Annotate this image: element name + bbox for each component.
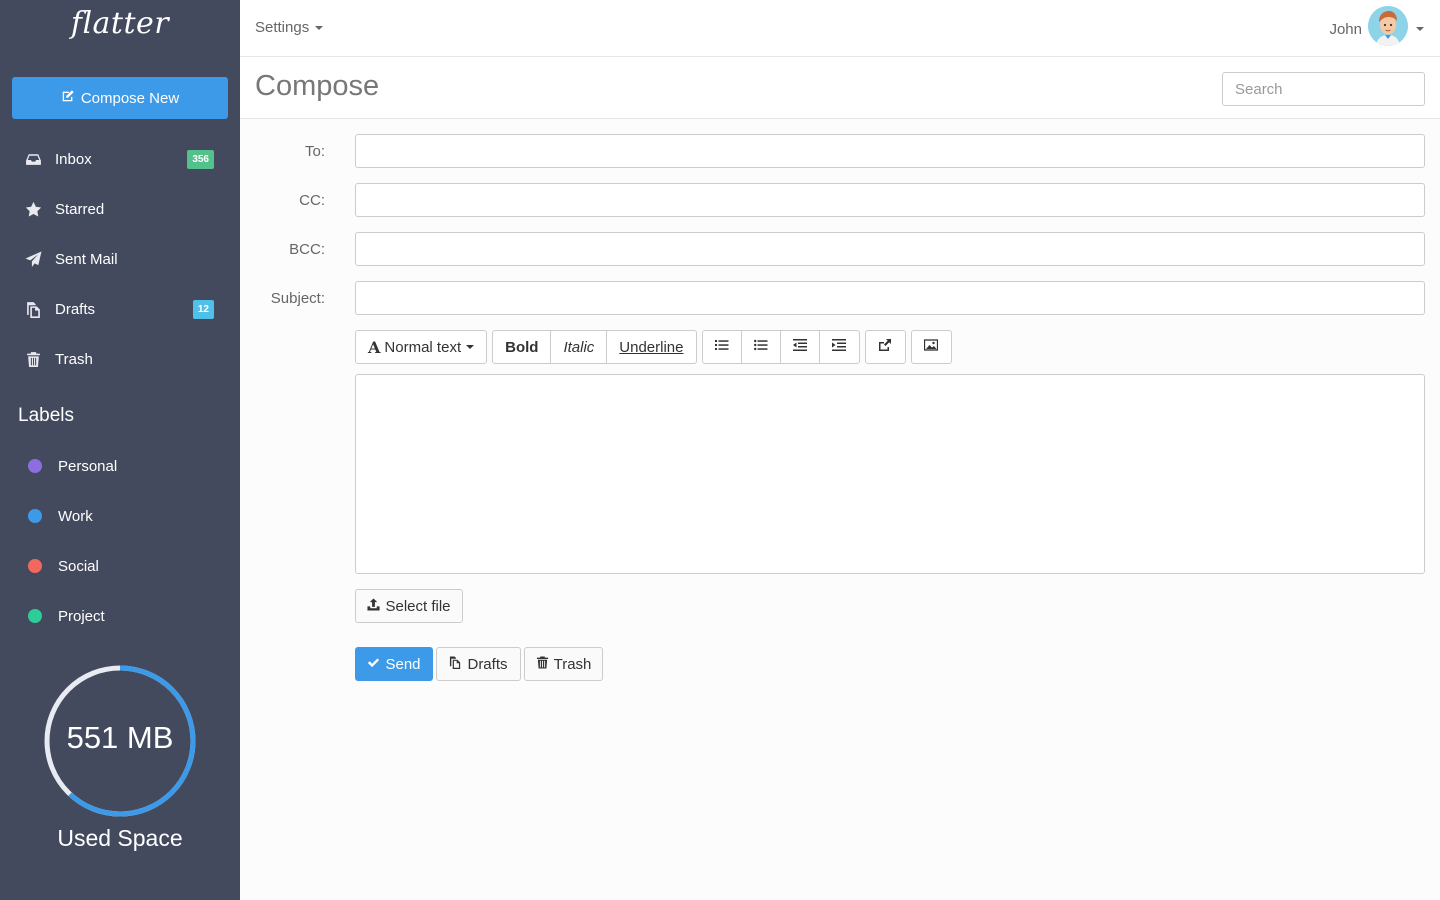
usage-value: 551 MB (66, 720, 174, 755)
font-icon: A (368, 337, 381, 357)
label-name: Work (58, 507, 93, 525)
page-title: Compose (255, 70, 380, 102)
text-format-group: Bold Italic Underline (492, 330, 697, 364)
sidebar-nav: Inbox 356 Starred Sent Mail Drafts 12 Tr… (0, 134, 240, 384)
sidebar-item-trash[interactable]: Trash (0, 334, 240, 384)
insert-link-button[interactable] (866, 331, 905, 363)
to-field[interactable] (355, 134, 1425, 168)
app-logo: flatter (70, 6, 170, 41)
bold-button[interactable]: Bold (493, 331, 552, 363)
label-dot-icon (28, 609, 42, 623)
top-bar: Settings John (240, 0, 1440, 57)
subject-field[interactable] (355, 281, 1425, 315)
sidebar-item-inbox[interactable]: Inbox 356 (0, 134, 240, 184)
avatar (1368, 6, 1408, 46)
search-input[interactable] (1222, 72, 1425, 106)
label-item-work[interactable]: Work (0, 491, 240, 541)
to-label: To: (304, 143, 325, 160)
share-icon (878, 338, 892, 356)
sidebar-item-label: Inbox (55, 150, 92, 168)
indent-icon (832, 338, 846, 356)
copy-icon (24, 300, 42, 318)
upload-icon (367, 597, 381, 615)
send-label: Send (385, 655, 421, 673)
compose-new-label: Compose New (80, 89, 180, 107)
sidebar-item-label: Sent Mail (55, 250, 118, 268)
caret-down-icon (466, 345, 475, 349)
image-icon (923, 338, 939, 356)
label-item-project[interactable]: Project (0, 591, 240, 641)
compose-new-button[interactable]: Compose New (12, 77, 228, 119)
copy-icon (449, 655, 462, 673)
bcc-label: BCC: (289, 241, 325, 258)
save-drafts-button[interactable]: Drafts (436, 647, 521, 681)
inbox-count-badge: 356 (187, 150, 214, 169)
subject-label: Subject: (270, 290, 325, 307)
label-name: Project (58, 607, 105, 625)
send-button[interactable]: Send (355, 647, 433, 681)
settings-label: Settings (255, 19, 310, 36)
image-group (910, 330, 952, 364)
italic-button[interactable]: Italic (551, 331, 608, 363)
message-body-editor[interactable] (355, 374, 1425, 574)
list-numbered-icon (753, 338, 768, 356)
underline-button[interactable]: Underline (607, 331, 695, 363)
paper-plane-icon (24, 250, 42, 268)
ordered-list-button[interactable] (742, 331, 781, 363)
drafts-count-badge: 12 (192, 300, 214, 319)
link-group (864, 330, 906, 364)
check-icon (367, 656, 380, 673)
page-header: Compose (240, 57, 1440, 119)
sidebar-item-sent-mail[interactable]: Sent Mail (0, 234, 240, 284)
discard-trash-button[interactable]: Trash (524, 647, 603, 681)
insert-image-button[interactable] (912, 331, 951, 363)
labels-heading: Labels (18, 405, 74, 426)
editor-toolbar: A Normal text Bold Italic Underline (355, 330, 952, 364)
inbox-icon (24, 150, 42, 168)
star-icon (24, 200, 42, 218)
trash-icon (536, 655, 549, 673)
list-icon (714, 338, 729, 356)
label-item-personal[interactable]: Personal (0, 441, 240, 491)
sidebar-item-label: Drafts (55, 300, 96, 318)
cc-field[interactable] (355, 183, 1425, 217)
labels-list: Personal Work Social Project (0, 441, 240, 641)
user-name: John (1329, 20, 1362, 38)
font-style-label: Normal text (384, 338, 462, 356)
caret-down-icon (315, 26, 324, 31)
unordered-list-button[interactable] (703, 331, 742, 363)
sidebar-item-drafts[interactable]: Drafts 12 (0, 284, 240, 334)
sidebar-item-starred[interactable]: Starred (0, 184, 240, 234)
user-menu[interactable]: John (1329, 6, 1424, 46)
edit-icon (61, 89, 75, 107)
label-dot-icon (28, 509, 42, 523)
trash-icon (24, 350, 42, 368)
select-file-button[interactable]: Select file (355, 589, 463, 623)
label-dot-icon (28, 559, 42, 573)
storage-usage-gauge: 551 MB (44, 665, 196, 817)
indent-button[interactable] (820, 331, 859, 363)
label-name: Social (58, 557, 99, 575)
font-style-dropdown[interactable]: A Normal text (356, 331, 486, 363)
trash-label: Trash (553, 655, 592, 673)
usage-label: Used Space (57, 825, 183, 851)
drafts-label: Drafts (467, 655, 508, 673)
font-group: A Normal text (355, 330, 488, 364)
sidebar-item-label: Starred (55, 200, 105, 218)
cc-label: CC: (299, 192, 325, 209)
select-file-label: Select file (385, 597, 451, 615)
label-dot-icon (28, 459, 42, 473)
caret-down-icon (1416, 27, 1424, 31)
settings-dropdown[interactable]: Settings (255, 19, 324, 36)
list-group (701, 330, 860, 364)
bcc-field[interactable] (355, 232, 1425, 266)
label-item-social[interactable]: Social (0, 541, 240, 591)
sidebar-item-label: Trash (55, 350, 93, 368)
label-name: Personal (58, 457, 118, 475)
sidebar: flatter Compose New Inbox 356 Starred Se… (0, 0, 240, 900)
outdent-button[interactable] (781, 331, 820, 363)
outdent-icon (792, 338, 807, 356)
